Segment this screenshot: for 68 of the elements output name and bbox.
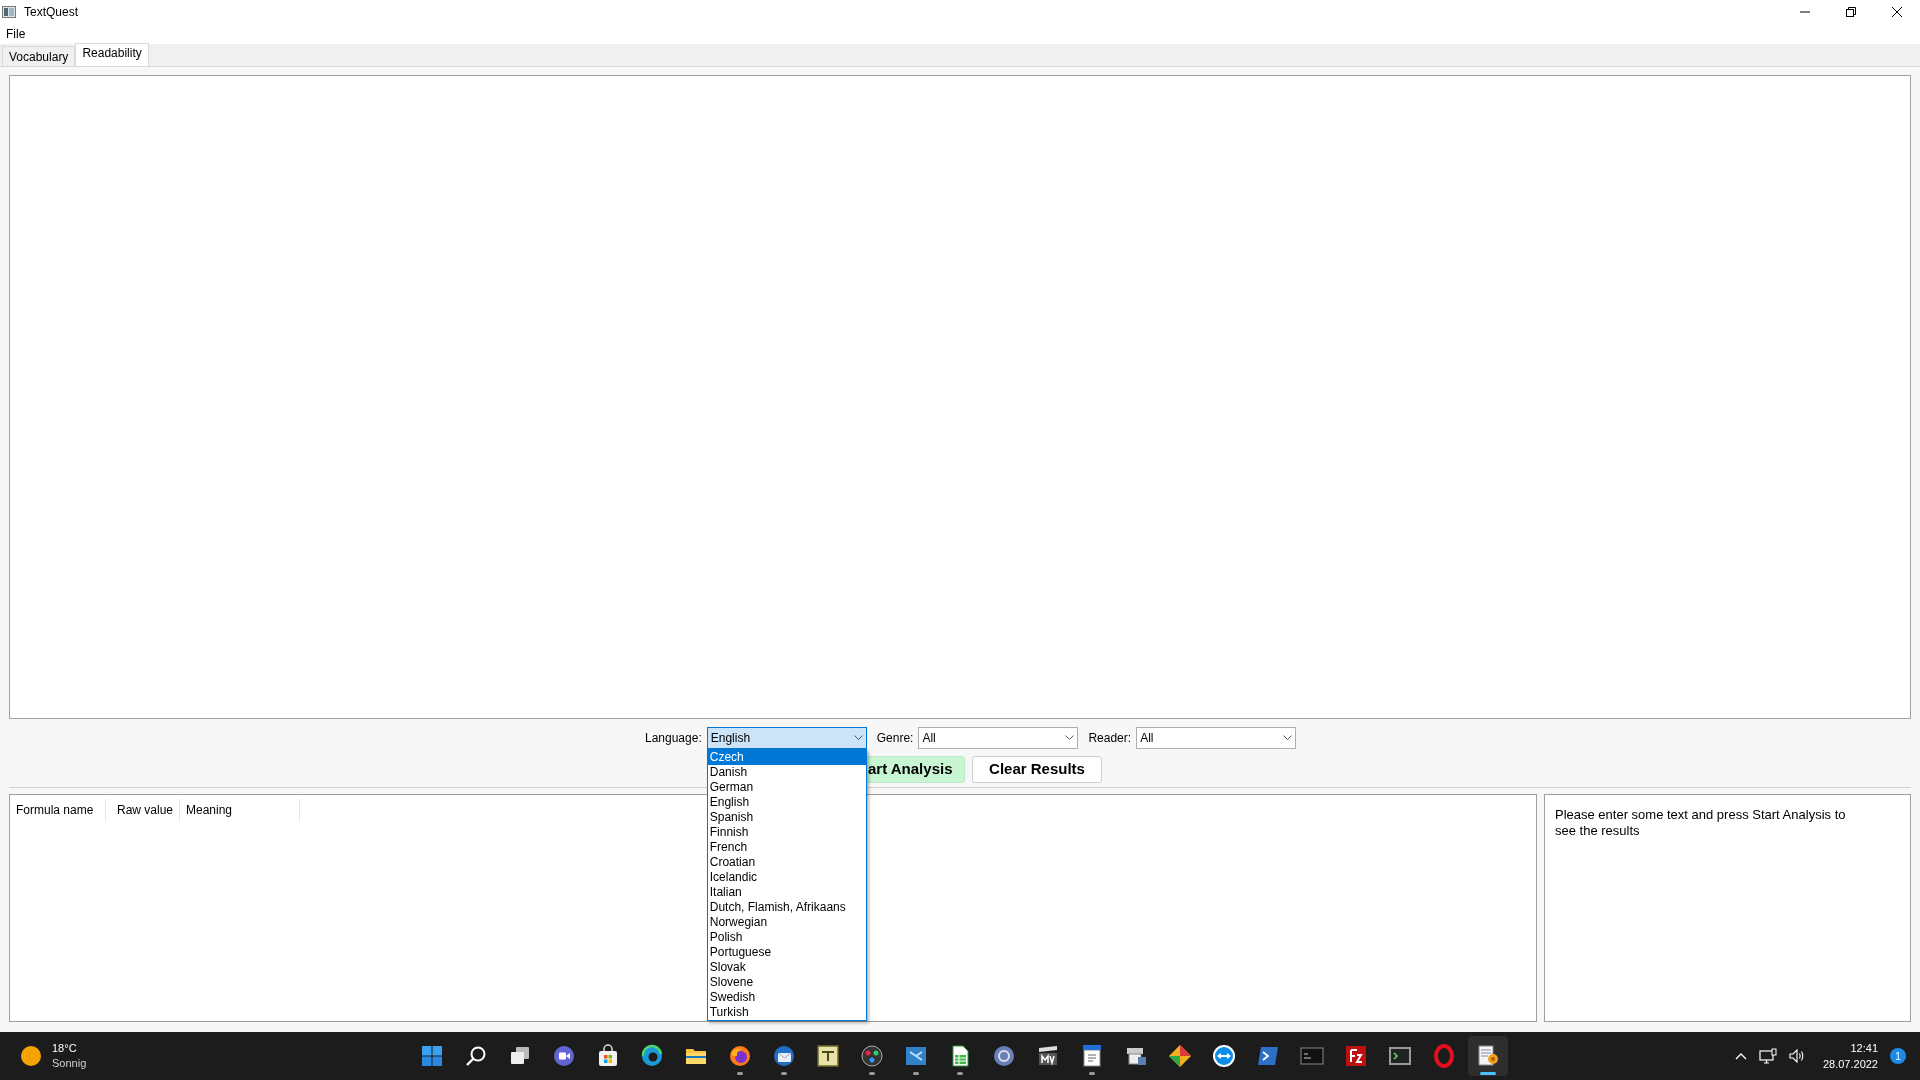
dropdown-option[interactable]: Croatian xyxy=(707,855,866,870)
dropdown-option[interactable]: Spanish xyxy=(707,810,866,825)
dropdown[interactable]: English xyxy=(706,727,867,749)
temperature-text: 18°C xyxy=(52,1041,78,1056)
dropdown-option[interactable]: Turkish xyxy=(707,1005,866,1020)
action-button[interactable]: Clear Results xyxy=(972,755,1102,783)
column-header[interactable]: Meaning xyxy=(180,799,300,821)
taskbar-app-button[interactable] xyxy=(1468,1036,1508,1076)
dropdown-option[interactable]: German xyxy=(707,780,866,795)
dropdown-option[interactable]: Icelandic xyxy=(707,870,866,885)
dropdown-option[interactable]: Polish xyxy=(707,930,866,945)
clapper-icon xyxy=(1036,1044,1060,1068)
double-arrow-circle-icon xyxy=(1212,1044,1236,1068)
close-icon xyxy=(1892,7,1902,17)
dropdown-option[interactable]: Norwegian xyxy=(707,915,866,930)
volume-icon[interactable] xyxy=(1788,1049,1805,1063)
tex-tile-icon xyxy=(816,1044,840,1068)
shopping-bag-icon xyxy=(596,1044,620,1068)
chevron-down-icon xyxy=(1065,735,1075,741)
film-reel-icon xyxy=(860,1044,884,1068)
tab[interactable]: Readability xyxy=(75,43,149,66)
chevron-down-icon xyxy=(1283,735,1293,741)
dropdown-option[interactable]: Czech xyxy=(707,750,866,765)
dropdown-option[interactable]: Slovene xyxy=(707,975,866,990)
sun-icon xyxy=(20,1045,42,1067)
clock-date: 28.07.2022 xyxy=(1822,1057,1878,1072)
browser-swirl-icon xyxy=(640,1044,664,1068)
dropdown-option[interactable]: Swedish xyxy=(707,990,866,1005)
dropdown[interactable]: All xyxy=(918,727,1079,749)
terminal-window-icon xyxy=(1388,1044,1412,1068)
text-input-area[interactable] xyxy=(9,75,1911,719)
video-chat-icon xyxy=(552,1044,576,1068)
notepad-gear-icon xyxy=(1476,1044,1500,1068)
tab[interactable]: Vocabulary xyxy=(2,46,76,66)
filter-label: Genre: xyxy=(876,730,914,747)
dropdown-option[interactable]: Italian xyxy=(707,885,866,900)
window-title: TextQuest xyxy=(24,4,79,21)
menu-item[interactable]: File xyxy=(0,24,32,44)
dropdown-option[interactable]: English xyxy=(707,795,866,810)
console-window-icon xyxy=(1300,1044,1324,1068)
weather-condition-text: Sonnig xyxy=(52,1056,87,1071)
dropdown-option[interactable]: Dutch, Flamish, Afrikaans xyxy=(707,900,866,915)
ring-icon xyxy=(1432,1044,1456,1068)
filter-label: Language: xyxy=(645,730,702,747)
notification-count[interactable]: 1 xyxy=(1890,1048,1906,1064)
clock-time: 12:41 xyxy=(1850,1041,1878,1056)
app-window-icon xyxy=(2,6,16,18)
restore-icon xyxy=(1846,7,1856,17)
weather-widget[interactable]: 18°C Sonnig xyxy=(0,1041,140,1071)
column-header[interactable]: Formula name xyxy=(10,799,106,821)
shell-prompt-icon xyxy=(1256,1044,1280,1068)
square-tile-icon xyxy=(1344,1044,1368,1068)
remote-screen-icon xyxy=(904,1044,928,1068)
chevron-up-icon[interactable] xyxy=(1734,1052,1747,1060)
column-header[interactable]: Raw value xyxy=(106,799,180,821)
dropdown[interactable]: All xyxy=(1136,727,1297,749)
chevron-down-icon xyxy=(853,735,863,741)
dropdown-option[interactable]: Portuguese xyxy=(707,945,866,960)
network-icon[interactable] xyxy=(1758,1048,1777,1064)
info-message: Please enter some text and press Start Analysis to see the results xyxy=(1555,807,1847,839)
diamond-app-icon xyxy=(1168,1044,1192,1068)
windows-logo-icon xyxy=(420,1044,444,1068)
search-icon xyxy=(464,1044,488,1068)
dropdown-option[interactable]: French xyxy=(707,840,866,855)
dropdown-option[interactable]: Finnish xyxy=(707,825,866,840)
dropdown-option[interactable]: Slovak xyxy=(707,960,866,975)
clock[interactable]: 12:41 28.07.2022 xyxy=(1822,1040,1878,1072)
filter-label: Reader: xyxy=(1088,730,1132,747)
